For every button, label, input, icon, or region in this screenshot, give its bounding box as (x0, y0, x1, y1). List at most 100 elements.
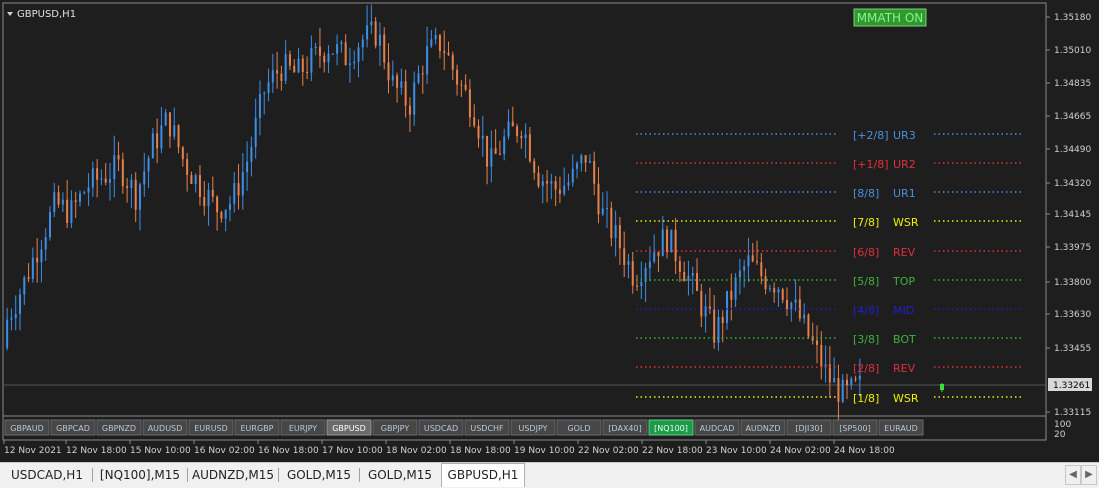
chart-tab-5[interactable]: GOLD,M15 (362, 465, 438, 485)
bull-candle (18, 294, 21, 314)
bear-candle (74, 200, 77, 202)
murrey-level-code: [+1/8] (853, 158, 889, 171)
bear-candle (318, 46, 321, 56)
bull-candle (91, 168, 94, 188)
price-tick-label: 1.33455 (1054, 344, 1091, 354)
time-tick-label: 18 Nov 18:00 (450, 446, 511, 456)
bull-candle (160, 125, 163, 149)
time-tick-label: 19 Nov 10:00 (514, 446, 575, 456)
bull-candle (833, 378, 836, 383)
symbol-buttons-bar: GBPAUD GBPCAD GBPNZD AUDUSD EURUSD EURGBP EURJ… (4, 419, 924, 436)
murrey-level-name: UR2 (893, 158, 916, 171)
symbol-button-label: [SP500] (839, 424, 870, 433)
indicator-badge-label: MMATH ON (857, 11, 924, 25)
murrey-level-name: MID (893, 304, 914, 317)
bear-candle (473, 117, 476, 126)
bull-candle (310, 47, 313, 73)
price-tick-label: 1.34320 (1054, 179, 1091, 189)
bear-candle (623, 248, 626, 265)
bull-candle (331, 53, 334, 55)
tabs-scroll-left-icon[interactable]: ◀ (1065, 465, 1081, 485)
bear-candle (464, 84, 467, 90)
bull-candle (10, 317, 13, 320)
bear-candle (456, 69, 459, 85)
chart-tabs-bar: USDCAD,H1 [NQ100],M15 AUDNZD,M15 GOLD,M1… (0, 462, 1099, 488)
time-tick-label: 22 Nov 02:00 (578, 446, 639, 456)
bear-candle (117, 155, 120, 160)
bull-candle (653, 252, 656, 262)
murrey-level-code: [1/8] (853, 392, 879, 405)
bull-candle (627, 261, 630, 265)
chart-tab-6-active[interactable]: GBPUSD,H1 (441, 463, 525, 487)
bear-candle (181, 147, 184, 160)
price-chart[interactable]: [+2/8] UR3 [+1/8] UR2 [8/8] UR1 [7/8] WSR [6/8] R… (0, 0, 1099, 462)
bull-candle (143, 171, 146, 185)
murrey-level-name: REV (893, 246, 916, 259)
murrey-level-code: [8/8] (853, 187, 879, 200)
bear-candle (700, 290, 703, 317)
symbol-button-label: [DAX40] (608, 424, 641, 433)
symbol-button-label: GBPAUD (10, 424, 44, 433)
bull-candle (173, 125, 176, 137)
symbol-button-label: USDJPY (519, 424, 548, 433)
bear-candle (198, 175, 201, 197)
bear-candle (678, 261, 681, 273)
bull-candle (503, 136, 506, 155)
bear-candle (276, 70, 279, 74)
bear-candle (498, 153, 501, 155)
bull-candle (370, 21, 373, 26)
chart-tab-1[interactable]: USDCAD,H1 (4, 465, 90, 485)
tabs-scroll-right-icon[interactable]: ▶ (1081, 465, 1097, 485)
bear-candle (730, 290, 733, 300)
murrey-level-code: [2/8] (853, 362, 879, 375)
murrey-level-name: UR3 (893, 129, 916, 142)
chart-tab-4[interactable]: GOLD,M15 (281, 465, 357, 485)
bear-candle (451, 54, 454, 70)
subwindow-tick-label: 20 (1054, 430, 1066, 440)
symbol-button-label: GBPUSD (332, 424, 366, 433)
bull-candle (348, 63, 351, 65)
chart-tab-2[interactable]: [NQ100],M15 (95, 465, 185, 485)
bear-candle (383, 34, 386, 63)
murrey-level-name: REV (893, 362, 916, 375)
bull-candle (87, 187, 90, 193)
bull-candle (687, 275, 690, 281)
symbol-button-label: AUDCAD (700, 424, 735, 433)
bear-candle (520, 136, 523, 139)
bull-candle (83, 192, 86, 194)
chart-menu-triangle-icon[interactable] (7, 12, 13, 16)
symbol-button-label: USDCAD (424, 424, 458, 433)
price-tick-label: 1.34665 (1054, 112, 1091, 122)
bear-candle (516, 126, 519, 137)
symbol-button-label: USDCHF (470, 424, 504, 433)
bull-candle (246, 161, 249, 173)
bear-candle (554, 181, 557, 190)
bull-candle (164, 112, 167, 126)
bear-candle (558, 189, 561, 194)
bull-candle (378, 34, 381, 46)
bull-candle (271, 70, 274, 83)
bull-candle (207, 189, 210, 207)
bull-candle (284, 54, 287, 81)
chart-tab-label: USDCAD,H1 (11, 468, 83, 482)
symbol-button-label: EURUSD (194, 424, 228, 433)
bull-candle (366, 25, 369, 40)
bull-candle (606, 207, 609, 209)
chart-window[interactable]: [+2/8] UR3 [+1/8] UR2 [8/8] UR1 [7/8] WSR [6/8] R… (0, 0, 1099, 462)
murrey-level-code: [5/8] (853, 275, 879, 288)
subwindow-tick-label: 100 (1054, 420, 1071, 430)
chart-tab-3[interactable]: AUDNZD,M15 (190, 465, 276, 485)
time-tick-label: 24 Nov 02:00 (770, 446, 831, 456)
bear-candle (816, 340, 819, 345)
bear-candle (186, 159, 189, 175)
bull-candle (580, 155, 583, 164)
bear-candle (781, 289, 784, 300)
time-tick-label: 12 Nov 18:00 (66, 446, 127, 456)
bull-candle (400, 81, 403, 88)
bull-candle (340, 42, 343, 45)
murrey-level-name: WSR (893, 216, 919, 229)
bear-candle (657, 252, 660, 257)
bull-candle (108, 179, 111, 183)
bear-candle (126, 186, 129, 189)
bear-candle (584, 155, 587, 163)
